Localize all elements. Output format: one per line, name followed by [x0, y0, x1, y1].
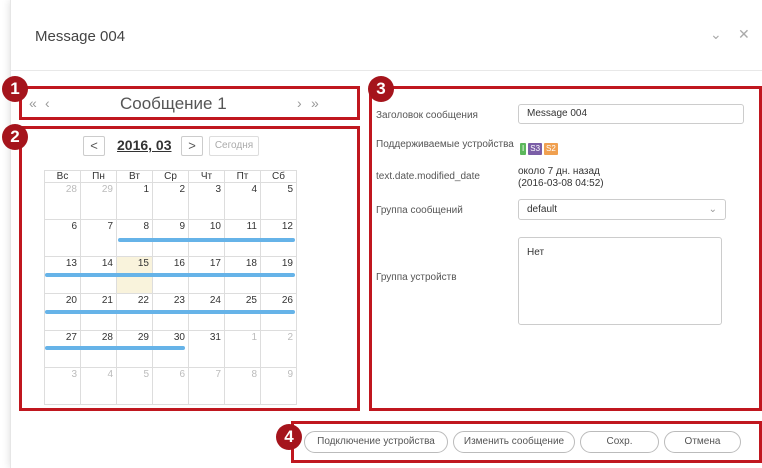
- device-group-label: Группа устройств: [376, 272, 457, 283]
- calendar-grid: Вс Пн Вт Ср Чт Пт Сб 28 29 1 2 3 4 5 6 7…: [44, 170, 297, 405]
- annotation-badge-1: 1: [2, 76, 28, 102]
- cancel-button[interactable]: Отмена: [664, 431, 741, 453]
- calendar-day[interactable]: 1: [116, 182, 153, 220]
- connect-device-button[interactable]: Подключение устройства: [304, 431, 448, 453]
- weekday-header: Чт: [188, 170, 225, 183]
- weekday-header: Пн: [80, 170, 117, 183]
- supported-devices-badges: I S3 S2: [520, 138, 560, 156]
- message-group-select[interactable]: default ⌄: [518, 199, 726, 220]
- message-group-label: Группа сообщений: [376, 205, 463, 216]
- calendar-day[interactable]: 2: [260, 330, 297, 368]
- annotation-badge-3: 3: [368, 76, 394, 102]
- double-chevron-left-icon[interactable]: «: [29, 95, 37, 111]
- calendar-day[interactable]: 2: [152, 182, 189, 220]
- chevron-left-icon[interactable]: ‹: [45, 95, 50, 111]
- calendar-day[interactable]: 28: [44, 182, 81, 220]
- calendar-day[interactable]: 9: [260, 367, 297, 405]
- weekday-header: Пт: [224, 170, 261, 183]
- calendar-month-label[interactable]: 2016, 03: [117, 137, 172, 153]
- event-bar[interactable]: [45, 273, 295, 277]
- device-group-value: Нет: [527, 247, 545, 258]
- calendar-prev-button[interactable]: <: [83, 136, 105, 156]
- device-badge: I: [520, 143, 527, 155]
- event-bar[interactable]: [45, 346, 185, 350]
- calendar-day[interactable]: 3: [188, 182, 225, 220]
- message-nav-title: Сообщение 1: [120, 94, 227, 113]
- chevron-down-icon: ⌄: [708, 204, 717, 215]
- dialog-titlebar: Message 004 ⌄ ✕: [10, 0, 762, 71]
- supported-devices-label: Поддерживаемые устройства: [376, 139, 514, 150]
- message-title-input[interactable]: Message 004: [518, 104, 744, 124]
- modified-date-label: text.date.modified_date: [376, 171, 480, 182]
- calendar-today-button[interactable]: Сегодня: [209, 136, 259, 156]
- calendar-day[interactable]: 31: [188, 330, 225, 368]
- calendar-day[interactable]: 6: [44, 219, 81, 257]
- calendar-day[interactable]: 7: [188, 367, 225, 405]
- chevron-down-icon[interactable]: ⌄: [710, 26, 722, 43]
- calendar-day[interactable]: 6: [152, 367, 189, 405]
- double-chevron-right-icon[interactable]: »: [311, 95, 319, 111]
- calendar-next-button[interactable]: >: [181, 136, 203, 156]
- weekday-header: Ср: [152, 170, 189, 183]
- edit-message-button[interactable]: Изменить сообщение: [453, 431, 575, 453]
- event-bar[interactable]: [118, 238, 295, 242]
- calendar-day[interactable]: 8: [224, 367, 261, 405]
- chevron-right-icon[interactable]: ›: [297, 95, 302, 111]
- device-badge: S3: [528, 143, 543, 155]
- close-icon[interactable]: ✕: [738, 26, 750, 43]
- calendar-day[interactable]: 7: [80, 219, 117, 257]
- dialog-title: Message 004: [35, 28, 126, 45]
- annotation-badge-4: 4: [276, 424, 302, 450]
- event-bar[interactable]: [45, 310, 295, 314]
- calendar-day[interactable]: 29: [80, 182, 117, 220]
- weekday-header: Сб: [260, 170, 297, 183]
- weekday-header: Вт: [116, 170, 153, 183]
- calendar-day[interactable]: 1: [224, 330, 261, 368]
- modified-date-relative: около 7 дн. назад: [518, 166, 600, 177]
- calendar-day[interactable]: 4: [224, 182, 261, 220]
- message-group-value: default: [527, 204, 558, 215]
- device-group-box[interactable]: Нет: [518, 237, 722, 325]
- calendar-day[interactable]: 5: [260, 182, 297, 220]
- device-badge: S2: [544, 143, 558, 155]
- modified-date-absolute: (2016-03-08 04:52): [518, 178, 604, 189]
- annotation-badge-2: 2: [2, 124, 28, 150]
- save-button[interactable]: Сохр.: [580, 431, 659, 453]
- calendar-day[interactable]: 4: [80, 367, 117, 405]
- calendar-day[interactable]: 3: [44, 367, 81, 405]
- message-title-label: Заголовок сообщения: [376, 110, 478, 121]
- calendar-day[interactable]: 5: [116, 367, 153, 405]
- weekday-header: Вс: [44, 170, 81, 183]
